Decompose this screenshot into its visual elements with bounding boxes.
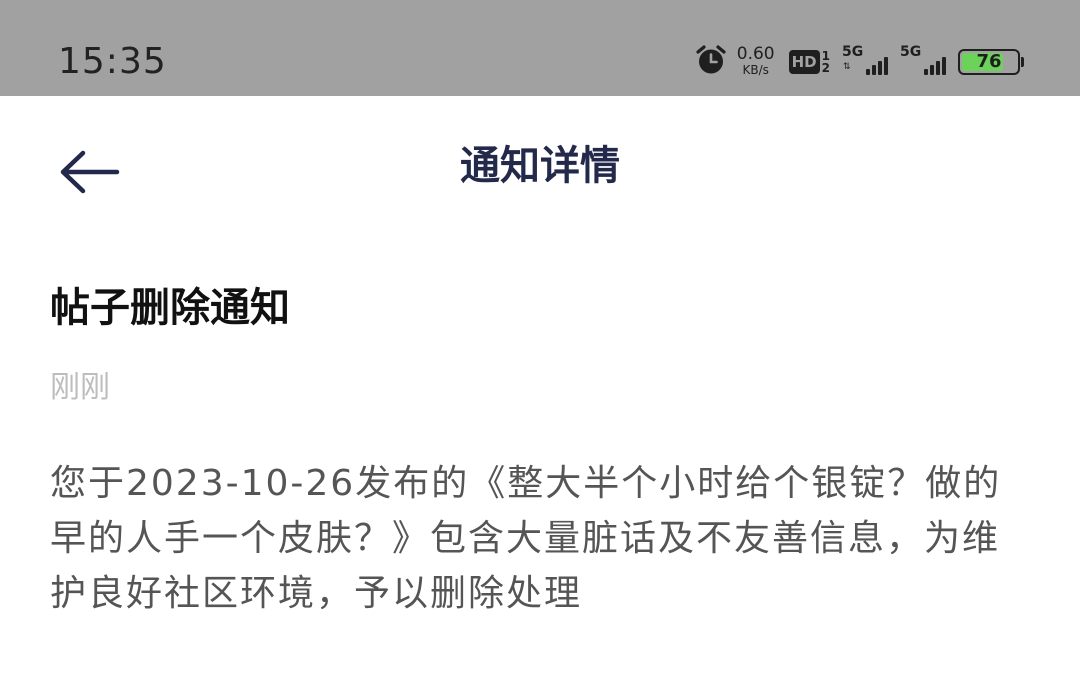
notice-body: 您于2023-10-26发布的《整大半个小时给个银锭？做的早的人手一个皮肤？》包… [50,463,1002,614]
status-time: 15:35 [58,41,167,82]
battery-level: 76 [976,51,1002,72]
sim1-network-label: 5G [842,44,864,60]
network-speed: 0.60 KB/s [737,46,775,78]
hd-voice-badge: HD 1 2 [788,50,830,74]
notice-detail: 帖子删除通知 刚刚 您于2023-10-26发布的《整大半个小时给个银锭？做的早… [50,278,1030,621]
battery-body: 76 [958,49,1020,75]
alarm-clock-icon [695,44,727,80]
status-bar: 15:35 0.60 KB/s HD 1 2 5G ⇅ 5G 76 [0,0,1080,96]
data-activity-icon: ⇅ [843,62,851,72]
battery-cap [1021,57,1024,67]
hd-sim-numbers: 1 2 [822,50,830,74]
network-speed-value: 0.60 [736,44,775,64]
sim2-network-label: 5G [900,44,922,60]
signal-bars-icon [864,57,888,75]
network-speed-unit: KB/s [742,63,769,77]
signal-bars-icon [922,57,946,75]
notice-time: 刚刚 [50,370,110,405]
hd-label: HD [788,50,820,74]
navigation-bar: 通知详情 [0,96,1080,246]
page-title: 通知详情 [460,143,620,189]
notice-title: 帖子删除通知 [50,285,290,331]
sim2-signal-icon: 5G [900,45,946,79]
hd-sim2-number: 2 [821,61,830,75]
status-icons: 0.60 KB/s HD 1 2 5G ⇅ 5G 76 [695,40,1024,84]
sim1-signal-icon: 5G ⇅ [842,45,888,79]
battery-icon: 76 [958,49,1024,75]
